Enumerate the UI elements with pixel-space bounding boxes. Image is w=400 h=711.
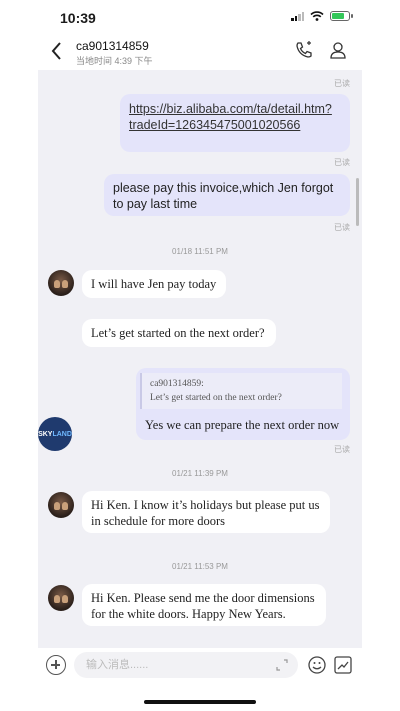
incoming-message[interactable]: I will have Jen pay today (82, 270, 226, 298)
timestamp: 01/18 11:51 PM (172, 247, 228, 256)
wifi-icon (310, 11, 324, 21)
read-receipt: 已读 (334, 79, 350, 88)
invoice-message-line1: please pay this invoice,which Jen forgot (113, 181, 334, 195)
invoice-message[interactable]: please pay this invoice,which Jen forgot… (104, 174, 350, 216)
incoming-message-line2: in schedule for more doors (91, 514, 225, 528)
own-avatar-logo: SKYLAND (38, 430, 72, 438)
back-icon[interactable] (50, 41, 66, 63)
trade-link-line2[interactable]: tradeId=126345475001020566 (129, 117, 350, 133)
local-time: 当地时间 4:39 下午 (76, 56, 153, 66)
incoming-message-line1: Hi Ken. I know it’s holidays but please … (91, 498, 320, 512)
profile-icon[interactable] (328, 40, 348, 60)
read-receipt: 已读 (334, 158, 350, 167)
incoming-message[interactable]: Hi Ken. I know it’s holidays but please … (82, 491, 330, 533)
quote-sender: ca901314859: (150, 379, 204, 389)
contact-avatar[interactable] (48, 492, 74, 518)
contact-name: ca901314859 (76, 39, 149, 53)
expand-icon[interactable] (276, 659, 288, 671)
add-icon[interactable] (46, 655, 66, 675)
incoming-message-line1: Hi Ken. Please send me the door dimensio… (91, 591, 315, 605)
chat-area[interactable]: 已读 https://biz.alibaba.com/ta/detail.htm… (38, 70, 362, 648)
read-receipt: 已读 (334, 223, 350, 232)
chat-header: ca901314859 当地时间 4:39 下午 (38, 34, 362, 70)
read-receipt: 已读 (334, 445, 350, 454)
reply-message[interactable]: ca901314859: Let’s get started on the ne… (136, 368, 350, 440)
invoice-message-line2: to pay last time (113, 197, 198, 211)
emoji-icon[interactable] (308, 656, 326, 674)
timestamp: 01/21 11:39 PM (172, 469, 228, 478)
trade-link-line1[interactable]: https://biz.alibaba.com/ta/detail.htm? (129, 101, 350, 117)
status-bar: 10:39 (0, 0, 400, 34)
message-input[interactable] (74, 652, 298, 678)
home-indicator[interactable] (144, 700, 256, 704)
link-message[interactable]: https://biz.alibaba.com/ta/detail.htm? t… (120, 94, 350, 152)
contact-avatar[interactable] (48, 585, 74, 611)
incoming-message[interactable]: Hi Ken. Please send me the door dimensio… (82, 584, 326, 626)
status-time: 10:39 (60, 10, 96, 26)
reply-text: Yes we can prepare the next order now (145, 418, 340, 432)
quote-text: Let’s get started on the next order? (150, 393, 282, 403)
incoming-message-line2: for the white doors. Happy New Years. (91, 607, 286, 621)
scrollbar[interactable] (356, 178, 359, 226)
contact-avatar[interactable] (48, 270, 74, 296)
incoming-message[interactable]: Let’s get started on the next order? (82, 319, 276, 347)
timestamp: 01/21 11:53 PM (172, 562, 228, 571)
more-options-icon[interactable] (334, 656, 352, 674)
call-icon[interactable] (294, 40, 314, 60)
quoted-message: ca901314859: Let’s get started on the ne… (140, 373, 342, 409)
own-avatar[interactable]: SKYLAND (38, 417, 72, 451)
status-icons (291, 11, 353, 21)
input-bar (38, 648, 362, 684)
signal-icon (291, 11, 304, 21)
battery-icon (330, 11, 353, 21)
